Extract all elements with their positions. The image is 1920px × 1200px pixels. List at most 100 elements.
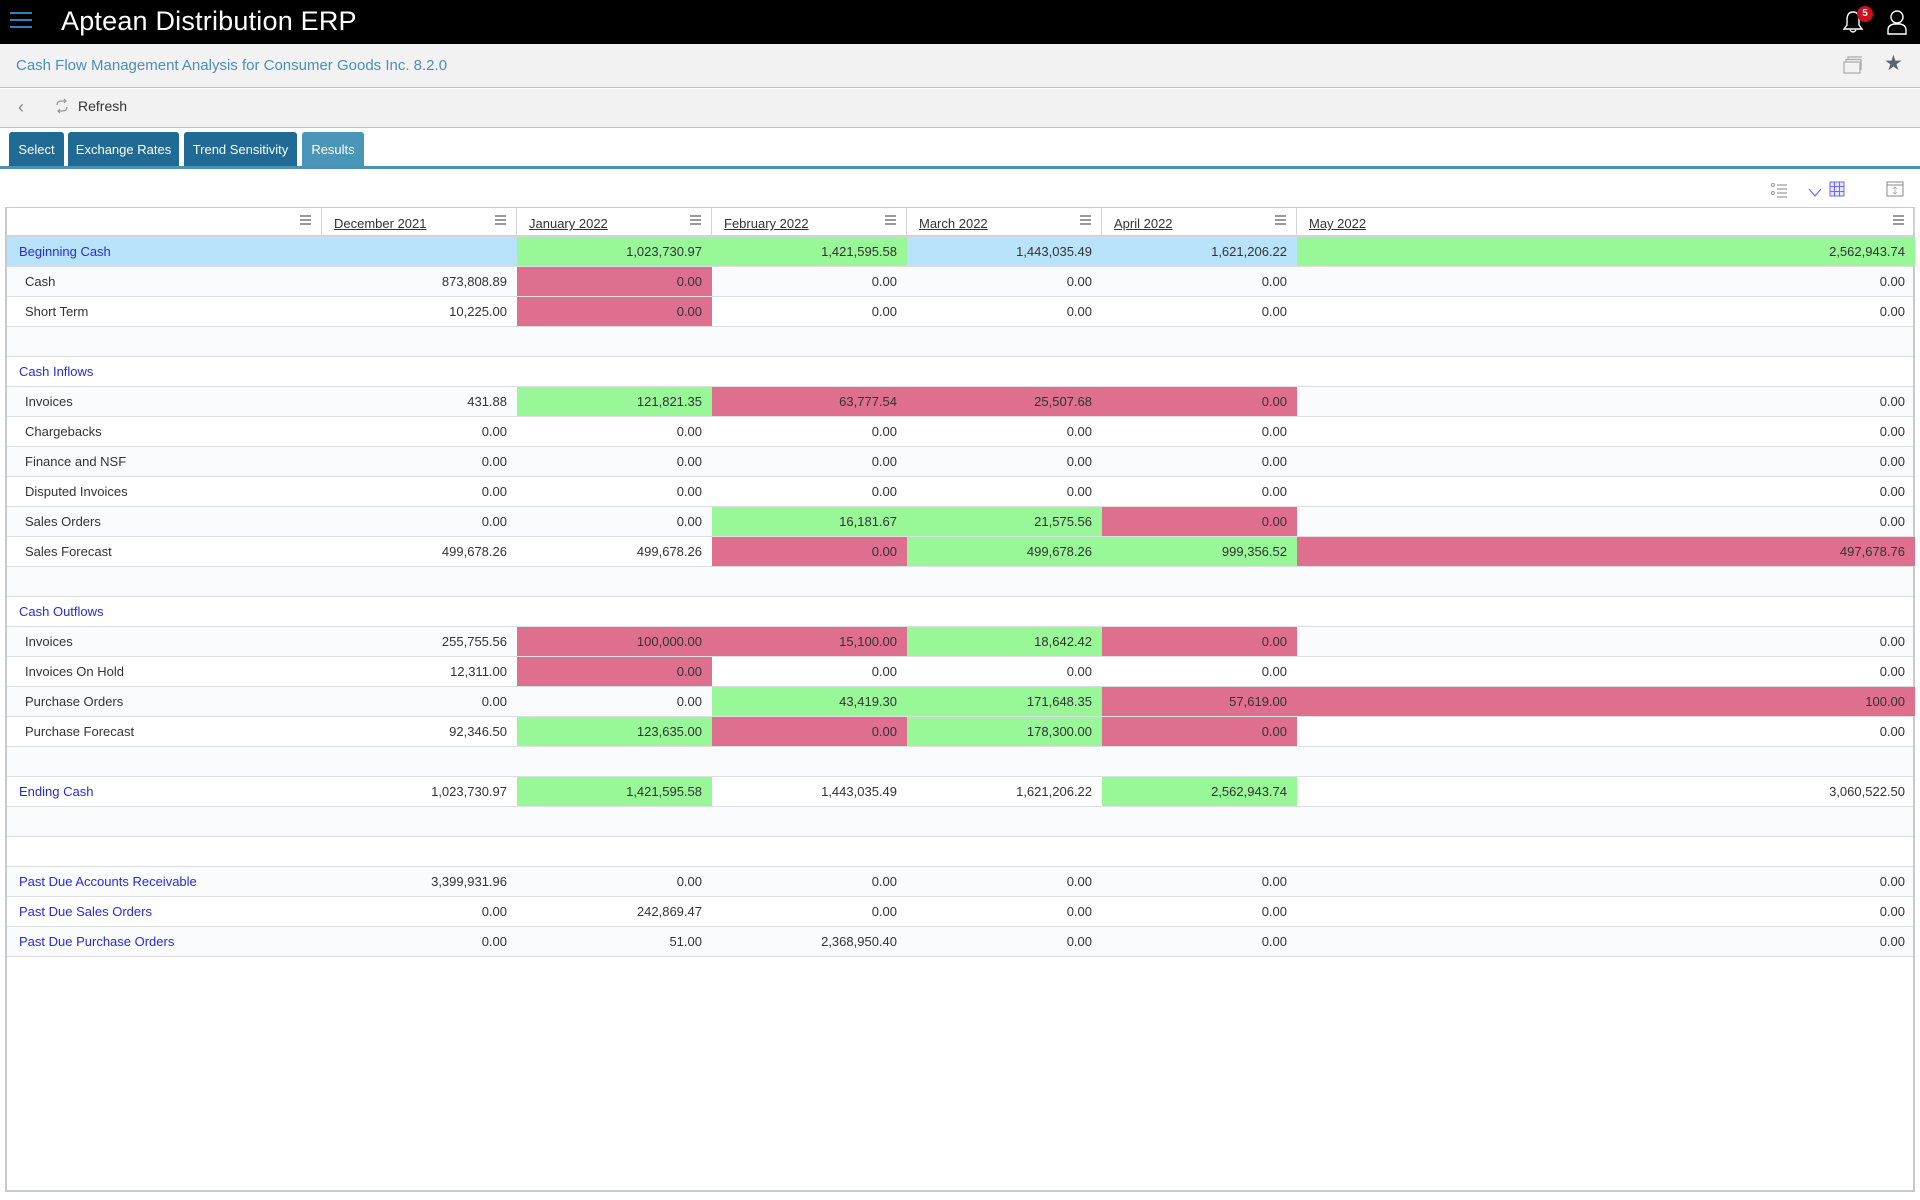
value-cell: 0.00 xyxy=(712,717,907,746)
row-label[interactable]: Past Due Purchase Orders xyxy=(7,927,322,956)
value-cell xyxy=(712,807,907,836)
value-cell: 0.00 xyxy=(1879,394,1905,409)
grid-view-icon[interactable] xyxy=(1829,181,1845,197)
value-cell xyxy=(1297,567,1915,596)
value-cell: 123,635.00 xyxy=(517,717,712,746)
value-cell xyxy=(1297,327,1915,356)
value-cell xyxy=(712,567,907,596)
value-cell xyxy=(1102,807,1297,836)
row-label: Purchase Orders xyxy=(25,694,124,709)
column-header-title[interactable]: December 2021 xyxy=(334,216,427,231)
blank-row xyxy=(7,837,1913,867)
row-label[interactable]: Ending Cash xyxy=(7,777,322,806)
value-cell xyxy=(322,597,517,626)
column-header-title[interactable]: February 2022 xyxy=(724,216,809,231)
value-cell: 0.00 xyxy=(1066,274,1092,289)
list-settings-icon[interactable] xyxy=(1770,182,1788,198)
row-label: Finance and NSF xyxy=(25,454,127,469)
column-menu-icon[interactable] xyxy=(1275,215,1286,227)
value-cell: 51.00 xyxy=(669,934,702,949)
filter-dropdown-icon[interactable] xyxy=(1808,188,1822,198)
column-menu-icon[interactable] xyxy=(1893,215,1904,227)
hamburger-icon[interactable] xyxy=(10,12,32,30)
value-cell xyxy=(907,837,1102,866)
value-cell: 0.00 xyxy=(1066,454,1092,469)
window-restore-icon[interactable] xyxy=(1843,56,1863,74)
value-cell: 2,368,950.40 xyxy=(821,934,897,949)
column-header-title[interactable]: January 2022 xyxy=(529,216,608,231)
value-cell xyxy=(712,327,907,356)
tab-select[interactable]: Select xyxy=(9,132,64,166)
table-row: Cash 873,808.89 0.00 0.00 0.00 0.00 0.00 xyxy=(7,267,1913,297)
fit-screen-icon[interactable] xyxy=(1886,181,1904,197)
table-row: Past Due Sales Orders 0.00 242,869.47 0.00 0… xyxy=(7,897,1913,927)
value-cell: 0.00 xyxy=(1879,664,1905,679)
value-cell: 16,181.67 xyxy=(712,507,907,536)
tab-trend-sensitivity[interactable]: Trend Sensitivity xyxy=(184,132,297,166)
value-cell: 0.00 xyxy=(1261,484,1287,499)
column-header-label xyxy=(7,208,322,235)
user-icon[interactable] xyxy=(1886,9,1908,35)
value-cell: 0.00 xyxy=(1066,484,1092,499)
value-cell: 121,821.35 xyxy=(517,387,712,416)
value-cell xyxy=(322,327,517,356)
column-menu-icon[interactable] xyxy=(495,215,506,227)
value-cell: 0.00 xyxy=(676,694,702,709)
value-cell: 1,621,206.22 xyxy=(1016,784,1092,799)
value-cell xyxy=(517,597,712,626)
value-cell xyxy=(907,747,1102,776)
column-header: May 2022 xyxy=(1297,208,1915,235)
tab-results[interactable]: Results xyxy=(302,132,364,166)
row-label xyxy=(7,837,322,866)
refresh-button[interactable]: Refresh xyxy=(54,98,127,114)
row-label: Chargebacks xyxy=(25,424,102,439)
value-cell: 0.00 xyxy=(1261,424,1287,439)
row-label[interactable]: Past Due Accounts Receivable xyxy=(7,867,322,896)
value-cell xyxy=(322,357,517,386)
grid-header: December 2021 January 2022 February 2022 Ma… xyxy=(7,208,1915,237)
row-label: Invoices xyxy=(25,634,73,649)
value-cell: 0.00 xyxy=(1102,507,1297,536)
column-menu-icon[interactable] xyxy=(690,215,701,227)
value-cell: 0.00 xyxy=(676,424,702,439)
row-label[interactable]: Cash Inflows xyxy=(7,357,322,386)
value-cell: 255,755.56 xyxy=(441,634,507,649)
value-cell: 1,621,206.22 xyxy=(1102,237,1297,266)
value-cell xyxy=(1102,747,1297,776)
tab-exchange-rates[interactable]: Exchange Rates xyxy=(68,132,179,166)
star-icon[interactable]: ★ xyxy=(1884,53,1903,74)
column-menu-icon[interactable] xyxy=(885,215,896,227)
column-menu-icon[interactable] xyxy=(300,215,311,227)
value-cell: 1,421,595.58 xyxy=(712,237,907,266)
value-cell: 431.88 xyxy=(467,394,507,409)
column-menu-icon[interactable] xyxy=(1080,215,1091,227)
value-cell: 0.00 xyxy=(1066,874,1092,889)
value-cell xyxy=(907,357,1102,386)
value-cell: 12,311.00 xyxy=(450,664,507,679)
column-header-title[interactable]: May 2022 xyxy=(1309,216,1366,231)
table-row: Finance and NSF 0.00 0.00 0.00 0.00 0.00 0.00 xyxy=(7,447,1913,477)
column-header-title[interactable]: April 2022 xyxy=(1114,216,1173,231)
value-cell: 0.00 xyxy=(1261,274,1287,289)
value-cell: 0.00 xyxy=(871,304,897,319)
value-cell: 0.00 xyxy=(1066,934,1092,949)
value-cell: 178,300.00 xyxy=(907,717,1102,746)
value-cell: 499,678.26 xyxy=(441,544,507,559)
row-label[interactable]: Beginning Cash xyxy=(7,237,322,266)
column-header-title[interactable]: March 2022 xyxy=(919,216,988,231)
value-cell xyxy=(907,807,1102,836)
value-cell: 3,399,931.96 xyxy=(431,874,507,889)
value-cell: 0.00 xyxy=(481,424,507,439)
value-cell xyxy=(1297,597,1915,626)
value-cell: 0.00 xyxy=(1102,717,1297,746)
value-cell: 0.00 xyxy=(517,297,712,326)
row-label[interactable]: Past Due Sales Orders xyxy=(7,897,322,926)
value-cell: 0.00 xyxy=(1066,664,1092,679)
row-label[interactable]: Cash Outflows xyxy=(7,597,322,626)
row-label: Short Term xyxy=(25,304,89,319)
value-cell: 0.00 xyxy=(481,454,507,469)
chevron-left-icon[interactable]: ‹ xyxy=(18,98,24,116)
row-label xyxy=(7,747,322,776)
value-cell: 0.00 xyxy=(676,484,702,499)
row-label: Sales Orders xyxy=(25,514,101,529)
